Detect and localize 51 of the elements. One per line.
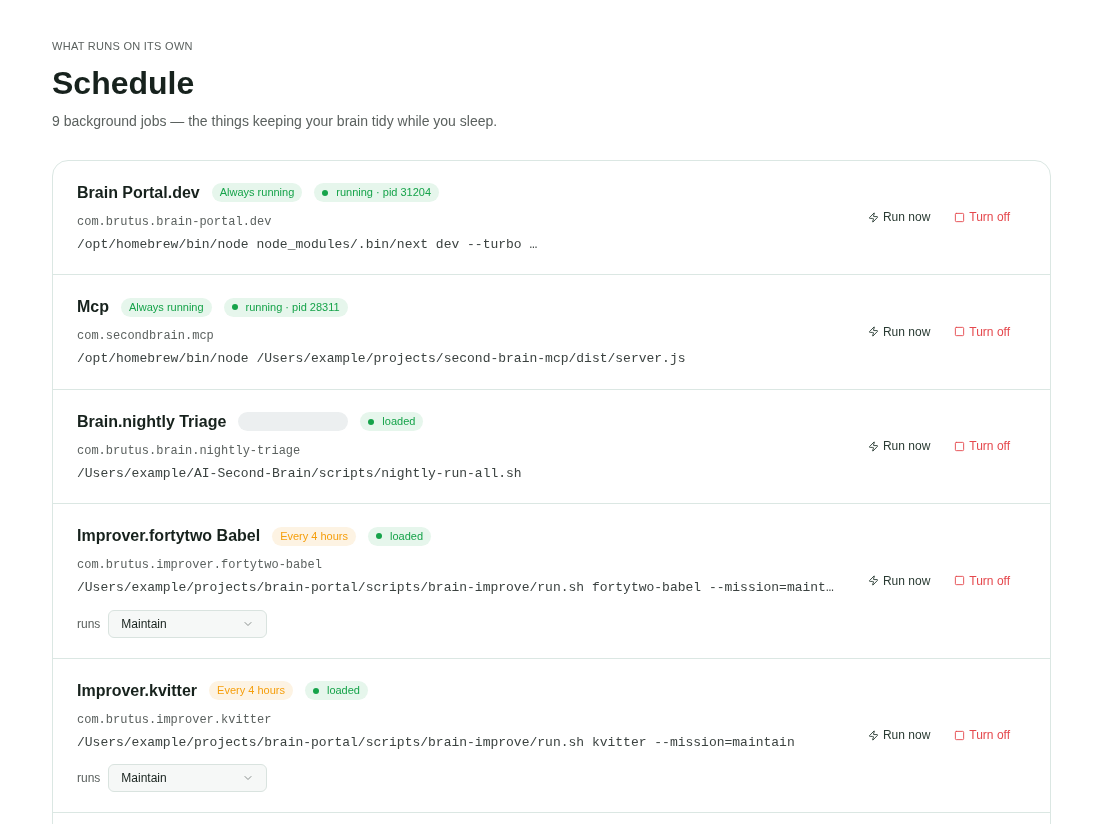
- job-label: com.brutus.improver.kvitter: [77, 711, 273, 729]
- status-badge: loaded: [304, 681, 368, 700]
- page-subtitle: 9 background jobs — the things keeping your brain tidy while you sleep.: [52, 111, 499, 131]
- square-icon: [954, 575, 966, 587]
- run-now-button[interactable]: Run now: [867, 571, 931, 590]
- schedule-badge: Always running: [121, 297, 212, 317]
- turn-off-button[interactable]: Turn off: [954, 437, 1010, 456]
- runs-label: runs: [77, 615, 101, 633]
- run-now-button[interactable]: Run now: [867, 437, 931, 456]
- job-label: com.brutus.improver.fortytwo-babel: [77, 557, 323, 574]
- status-badge: loaded: [368, 526, 432, 546]
- mission-select[interactable]: Maintain: [108, 609, 268, 638]
- job-label: com.brutus.brain.nightly-triage: [77, 442, 302, 460]
- job-command: /opt/homebrew/bin/node node_modules/.bin/next dev --turbo …: [77, 235, 539, 254]
- job-label: com.secondbrain.mcp: [77, 328, 215, 345]
- mission-select[interactable]: Maintain: [108, 764, 268, 792]
- square-icon: [954, 440, 966, 452]
- run-now-button[interactable]: Run now: [867, 322, 931, 341]
- lightning-icon: [867, 211, 879, 223]
- turn-off-button[interactable]: Turn off: [954, 208, 1010, 227]
- status-badge: running · pid 28311: [223, 297, 348, 317]
- page-title: Schedule: [52, 63, 196, 103]
- job-title: Brain Portal.dev: [77, 182, 200, 203]
- schedule-badge: Always running: [211, 183, 303, 202]
- lightning-icon: [867, 326, 879, 338]
- square-icon: [954, 729, 966, 741]
- run-now-button[interactable]: Run now: [867, 208, 931, 227]
- job-title: Mcp: [77, 297, 109, 317]
- job-title: Improver.fortytwo Babel: [77, 526, 261, 546]
- turn-off-button[interactable]: Turn off: [954, 726, 1010, 745]
- square-icon: [954, 211, 966, 223]
- turn-off-button[interactable]: Turn off: [954, 322, 1010, 341]
- job-command: /Users/example/projects/brain-portal/scripts/brain-improve/run.sh kvitter --mission=maintain: [77, 733, 796, 752]
- schedule-badge: Every 4 hours: [209, 681, 293, 700]
- lightning-icon: [867, 729, 879, 741]
- job-title: Improver.kvitter: [77, 680, 198, 701]
- job-command: /Users/example/AI-Second-Brain/scripts/nightly-run-all.sh: [77, 464, 523, 483]
- run-now-button[interactable]: Run now: [867, 726, 931, 745]
- lightning-icon: [867, 575, 879, 587]
- square-icon: [954, 326, 966, 338]
- turn-off-button[interactable]: Turn off: [954, 571, 1010, 590]
- job-label: com.brutus.brain-portal.dev: [77, 213, 273, 231]
- status-badge: loaded: [360, 412, 424, 431]
- runs-label: runs: [77, 770, 101, 787]
- status-badge: running · pid 31204: [314, 183, 440, 202]
- job-title: Brain.nightly Triage: [77, 411, 227, 432]
- job-command: /opt/homebrew/bin/node /Users/example/projects/second-brain-mcp/dist/server.js: [77, 350, 687, 368]
- job-command: /Users/example/projects/brain-portal/scripts/brain-improve/run.sh fortytwo-babel --mission=maint…: [77, 579, 835, 597]
- lightning-icon: [867, 440, 879, 452]
- eyebrow-label: WHAT RUNS ON ITS OWN: [52, 39, 194, 54]
- schedule-badge: Every 4 hours: [272, 526, 357, 546]
